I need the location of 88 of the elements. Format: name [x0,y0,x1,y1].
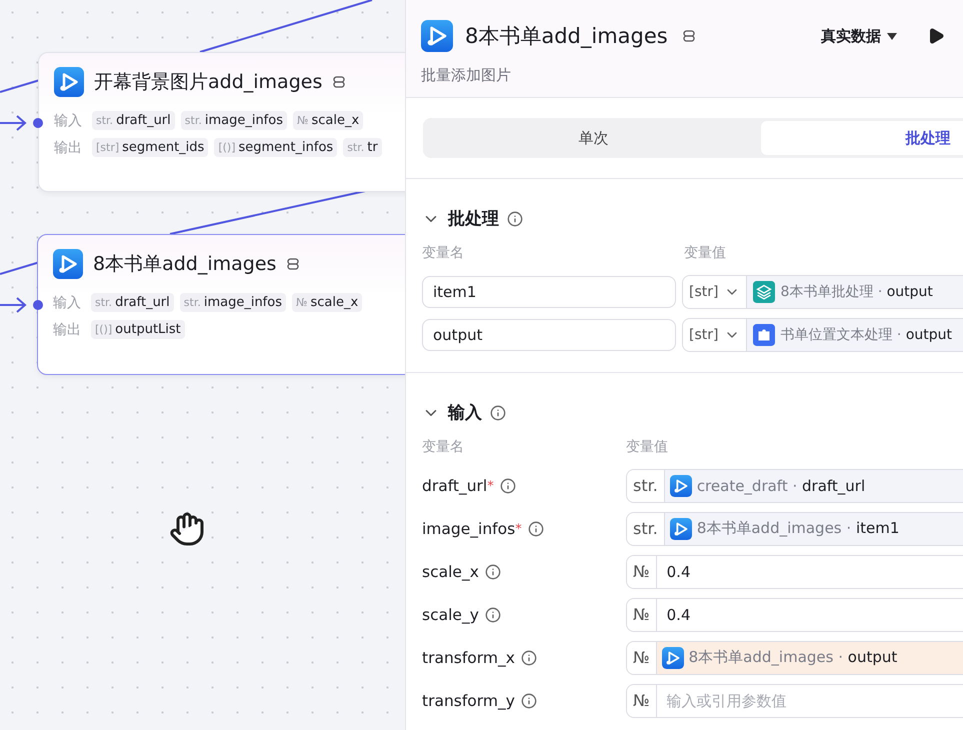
parameter-value-field[interactable]: str. 8本书单add_images · item1 [626,512,963,546]
info-icon [484,606,501,622]
info-icon [500,478,516,494]
variable-value-field[interactable]: [str] 8本书单批处理 · output [682,274,963,308]
input-arrow [0,297,27,313]
param-tag: [()] outputList [91,320,185,339]
param-tag: [str] segment_ids [92,138,208,157]
param-tag: № scale_x [292,293,362,312]
column-header: 变量名 [422,438,465,456]
parameter-value-field[interactable]: str. create_draft · draft_url [626,468,963,502]
hand-cursor-icon [169,511,205,547]
required-mark: * [487,478,494,494]
param-tag: str. image_infos [180,111,287,130]
panel-title: 8本书单add_images [465,23,668,50]
section-title: 输入 [448,402,482,424]
value-input[interactable]: 0.4 [656,598,963,630]
info-icon [528,520,544,536]
data-mode-dropdown[interactable]: 真实数据 [817,22,901,50]
parameter-name: scale_x [422,562,479,580]
input-arrow [0,115,27,131]
port-label: 输出 [54,138,82,156]
reference-text: 书单位置文本处理 · output [780,326,952,344]
column-header: 变量值 [626,438,669,456]
parameter-value-field[interactable]: № 0.4 [626,554,963,588]
node-description: 批量添加图片 [406,52,963,98]
parameter-name: draft_url [422,476,488,494]
parameter-value-field[interactable]: № 输入或引用参数值 [626,684,963,718]
section-title: 批处理 [448,208,499,230]
mode-tab[interactable]: 批处理 [760,121,963,155]
column-header: 变量名 [422,244,465,262]
node-title: 8本书单add_images [93,252,276,277]
type-select[interactable]: [str] [683,318,748,350]
play-app-icon [53,249,83,279]
info-icon [484,564,501,580]
reference-text: 8本书单批处理 · output [780,282,933,300]
type-label: str. [627,470,665,502]
variable-value-field[interactable]: [str] 书单位置文本处理 · output [682,318,963,352]
link-icon [682,30,696,42]
mode-tab[interactable]: 单次 [426,121,760,155]
play-app-icon [54,67,84,97]
type-label: № [627,642,657,674]
node-card[interactable]: 8本书单add_images 输入 str. draft_url str. image_infos № scale_x 输出 [()] outputList [37,234,405,375]
info-icon [507,210,523,226]
type-label: № [627,684,657,716]
play-app-icon [662,646,684,668]
info-icon [520,692,537,708]
layers-icon [753,280,776,302]
type-label: № [627,556,657,588]
port-label: 输入 [53,294,81,312]
port-label: 输入 [54,112,82,130]
param-tag: str. image_infos [180,293,286,312]
port-label: 输出 [53,320,81,338]
type-label: str. [627,512,665,544]
reference-text: 8本书单add_images · item1 [696,519,900,538]
reference-text: create_draft · draft_url [696,476,866,494]
play-icon [927,27,945,45]
reference-text: 8本书单add_images · output [688,648,898,667]
port-dot[interactable] [33,300,43,310]
info-icon [490,404,506,420]
value-input[interactable]: 0.4 [656,556,963,588]
parameter-value-field[interactable]: № 8本书单add_images · output [626,640,963,674]
type-select[interactable]: [str] [683,276,748,308]
required-mark: * [515,522,522,536]
connection-line [0,79,40,93]
link-icon [332,76,346,88]
param-tag: str. tr [343,138,382,157]
column-header: 变量值 [684,244,727,262]
node-title: 开幕背景图片add_images [94,70,322,95]
value-input[interactable]: 输入或引用参数值 [656,684,963,716]
parameter-name: transform_y [422,692,515,710]
parameter-name: transform_x [422,648,515,666]
link-icon [286,258,300,270]
parameter-name: image_infos [422,520,516,538]
node-card[interactable]: 开幕背景图片add_images 输入 str. draft_url str. image_infos № scale_x 输出 [str] segment_ids [()] segment_infos str. tr [38,52,405,192]
variable-name-field[interactable]: output [422,318,676,350]
caret-icon [887,32,897,40]
play-app-icon [670,474,692,496]
param-tag: [()] segment_infos [214,138,338,157]
param-tag: № scale_x [293,111,364,130]
type-label: № [627,598,657,630]
parameter-name: scale_y [422,606,479,624]
variable-name-field[interactable]: item1 [422,276,676,308]
play-app-icon [670,518,692,540]
param-tag: str. draft_url [91,293,174,312]
param-tag: str. draft_url [92,111,175,130]
port-dot[interactable] [33,118,43,128]
info-icon [520,650,537,666]
parameter-value-field[interactable]: № 0.4 [626,598,963,632]
